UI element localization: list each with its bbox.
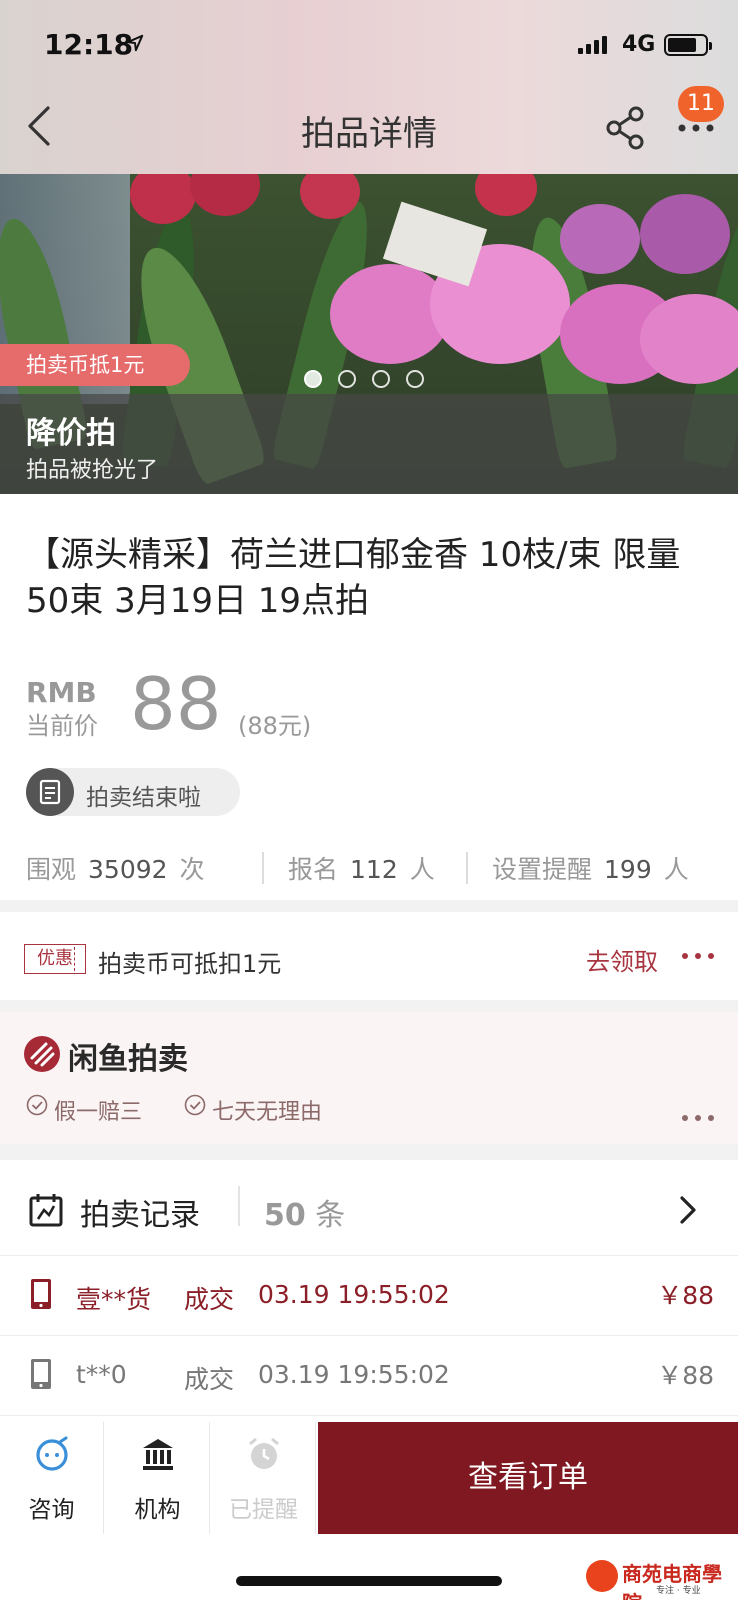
price-yuan: (88元) xyxy=(238,712,312,740)
remind-stat: 设置提醒 199 人 xyxy=(492,850,689,886)
section-divider xyxy=(0,1000,738,1012)
auction-stats: 围观 35092 次 报名 112 人 设置提醒 199 人 xyxy=(26,850,716,890)
record-user: t**0 xyxy=(76,1360,127,1389)
auction-type: 降价拍 xyxy=(26,416,116,451)
item-image-carousel[interactable]: 拍卖币抵1元 降价拍 拍品被抢光了 xyxy=(0,174,738,494)
record-user: 壹**货 xyxy=(76,1285,152,1314)
coin-discount-tag: 拍卖币抵1元 xyxy=(0,344,190,386)
alarm-clock-icon xyxy=(249,1437,279,1469)
stats-divider xyxy=(262,852,264,884)
promo-text: 拍卖币可抵扣1元 xyxy=(98,950,282,978)
reminded-tab: 已提醒 xyxy=(212,1422,316,1534)
promo-row[interactable]: 优惠 拍卖币可抵扣1元 去领取 xyxy=(0,912,738,1000)
notification-badge: 11 xyxy=(678,86,724,122)
xianyu-auction-logo-icon xyxy=(24,1036,60,1072)
watermark-subtext: 专注 · 专业 xyxy=(656,1586,701,1596)
auction-status-pill: 拍卖结束啦 xyxy=(26,768,240,816)
reminded-label: 已提醒 xyxy=(229,1497,298,1523)
carousel-dot xyxy=(338,370,356,388)
network-type: 4G xyxy=(622,32,656,57)
top-header: 12:18 4G 拍品详情 11 xyxy=(0,0,738,174)
guarantee-fake-compensation: 假一赔三 xyxy=(54,1100,143,1125)
records-count: 50 条 xyxy=(264,1190,345,1234)
current-price-label: 当前价 xyxy=(26,712,98,740)
record-row: t**0 成交 03.19 19:55:02 ￥88 xyxy=(0,1336,738,1416)
home-indicator[interactable] xyxy=(236,1576,502,1586)
section-divider xyxy=(0,1144,738,1160)
promo-tag: 优惠 xyxy=(24,944,86,974)
check-circle-icon xyxy=(184,1094,206,1116)
signup-label: 报名 xyxy=(288,855,339,884)
records-label: 拍卖记录 xyxy=(80,1198,200,1233)
item-title: 【源头精采】荷兰进口郁金香 10枝/束 限量50束 3月19日 19点拍 xyxy=(26,535,681,621)
views-count: 35092 xyxy=(88,855,168,884)
views-unit: 次 xyxy=(179,855,205,884)
stats-divider xyxy=(466,852,468,884)
watermark: 商苑电商學院 专注 · 专业 xyxy=(586,1556,736,1600)
signup-count: 112 xyxy=(350,855,398,884)
promo-more-icon[interactable] xyxy=(680,948,716,964)
records-divider xyxy=(238,1186,240,1226)
section-divider xyxy=(0,900,738,912)
share-icon[interactable] xyxy=(606,106,646,150)
record-status: 成交 xyxy=(184,1365,235,1394)
record-row: 壹**货 成交 03.19 19:55:02 ￥88 xyxy=(0,1256,738,1336)
phone-icon xyxy=(31,1359,51,1389)
remind-label: 设置提醒 xyxy=(492,855,593,884)
records-count-number: 50 xyxy=(264,1198,306,1233)
auction-records-header[interactable]: 拍卖记录 50 条 xyxy=(0,1160,738,1256)
auction-type-band: 降价拍 拍品被抢光了 xyxy=(0,394,738,494)
status-bar: 12:18 4G xyxy=(0,28,738,68)
guarantee-seven-day-return: 七天无理由 xyxy=(212,1100,323,1125)
carousel-dot xyxy=(304,370,322,388)
record-price: ￥88 xyxy=(657,1281,714,1310)
record-time: 03.19 19:55:02 xyxy=(258,1280,450,1309)
record-time: 03.19 19:55:02 xyxy=(258,1360,450,1389)
sold-out-note: 拍品被抢光了 xyxy=(26,458,159,483)
phone-icon xyxy=(31,1279,51,1309)
brand-name: 闲鱼拍卖 xyxy=(68,1042,188,1077)
watermark-logo-icon xyxy=(586,1560,618,1592)
signup-stat: 报名 112 人 xyxy=(288,850,435,886)
check-circle-icon xyxy=(26,1094,48,1116)
view-order-button[interactable]: 查看订单 xyxy=(318,1422,738,1534)
chevron-right-icon[interactable] xyxy=(676,1194,700,1226)
remind-unit: 人 xyxy=(663,855,689,884)
bank-icon xyxy=(143,1439,173,1470)
consult-label: 咨询 xyxy=(28,1497,75,1523)
bottom-action-bar: 咨询 机构 已提醒 查看订单 xyxy=(0,1422,738,1534)
current-price: 88 xyxy=(130,662,222,746)
auction-status-icon xyxy=(26,768,74,816)
remind-count: 199 xyxy=(604,855,652,884)
brand-guarantee-card[interactable]: 闲鱼拍卖 假一赔三 七天无理由 xyxy=(0,1012,738,1144)
institution-tab[interactable]: 机构 xyxy=(106,1422,210,1534)
carousel-dot xyxy=(372,370,390,388)
battery-icon xyxy=(664,34,712,56)
views-label: 围观 xyxy=(26,855,77,884)
location-arrow-icon xyxy=(126,34,144,52)
carousel-dot xyxy=(406,370,424,388)
currency-label: RMB xyxy=(26,676,97,709)
status-time: 12:18 xyxy=(44,28,134,61)
record-status: 成交 xyxy=(184,1285,235,1314)
carousel-indicator xyxy=(304,370,424,388)
signal-icon xyxy=(578,36,607,54)
views-stat: 围观 35092 次 xyxy=(26,850,205,886)
chat-bubble-icon xyxy=(36,1436,68,1471)
brand-more-icon[interactable] xyxy=(680,1110,716,1126)
claim-link[interactable]: 去领取 xyxy=(586,942,658,977)
records-count-unit: 条 xyxy=(315,1198,346,1233)
consult-tab[interactable]: 咨询 xyxy=(0,1422,104,1534)
record-price: ￥88 xyxy=(657,1361,714,1390)
signup-unit: 人 xyxy=(409,855,435,884)
institution-label: 机构 xyxy=(134,1497,181,1523)
auction-status-text: 拍卖结束啦 xyxy=(86,785,201,811)
record-icon xyxy=(29,1194,63,1227)
